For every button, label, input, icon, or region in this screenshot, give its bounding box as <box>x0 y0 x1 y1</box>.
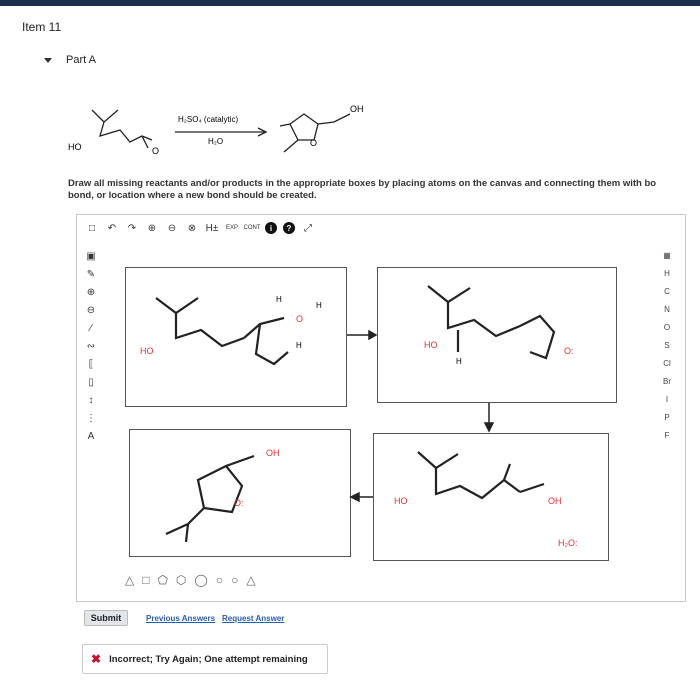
part-a-toggle[interactable]: Part A <box>44 54 96 66</box>
heptagon-ring-icon[interactable]: ○ <box>216 573 223 587</box>
drawing-editor[interactable]: □ ↶ ↷ ⊕ ⊖ ⊗ H± EXP CONT i ? ⤢ ▣ ✎ ⊕ ⊖ ⁄ … <box>76 214 686 602</box>
octagon-ring-icon[interactable]: ○ <box>231 573 238 587</box>
instructions-line2: bond, or location where a new bond shoul… <box>68 190 317 201</box>
reactant-ho-label: HO <box>68 142 82 152</box>
top-bar <box>0 0 700 6</box>
feedback-text: Incorrect; Try Again; One attempt remain… <box>109 653 308 665</box>
benzene-ring-icon[interactable]: ◯ <box>194 573 207 587</box>
product-oh-label: OH <box>350 104 364 114</box>
hexagon-ring-icon[interactable]: ⬡ <box>176 573 186 587</box>
part-label: Part A <box>66 54 96 66</box>
instructions-line1: Draw all missing reactants and/or produc… <box>68 178 657 189</box>
request-answer-link[interactable]: Request Answer <box>222 614 284 623</box>
incorrect-icon: ✖ <box>91 652 102 666</box>
reaction-scheme: HO O H₂SO₄ (catalytic) H₂O OH O <box>68 104 364 156</box>
caret-down-icon <box>44 57 52 63</box>
custom-ring-icon[interactable]: △ <box>246 573 255 587</box>
submit-button[interactable]: Submit <box>84 610 128 626</box>
triangle-ring-icon[interactable]: △ <box>125 573 134 587</box>
reactant-o-label: O <box>152 146 159 156</box>
reagent-bottom-label: H₂O <box>208 137 223 146</box>
ring-templates: △ □ ⬠ ⬡ ◯ ○ ○ △ <box>125 573 256 587</box>
square-ring-icon[interactable]: □ <box>142 573 149 587</box>
reagent-top-label: H₂SO₄ (catalytic) <box>178 115 238 124</box>
pentagon-ring-icon[interactable]: ⬠ <box>157 573 167 587</box>
previous-answers-link[interactable]: Previous Answers <box>146 614 215 623</box>
item-title: Item 11 <box>22 20 62 34</box>
box-arrows <box>347 329 495 503</box>
feedback-message: ✖ Incorrect; Try Again; One attempt rema… <box>82 644 328 674</box>
product-o-label: O <box>310 138 317 148</box>
